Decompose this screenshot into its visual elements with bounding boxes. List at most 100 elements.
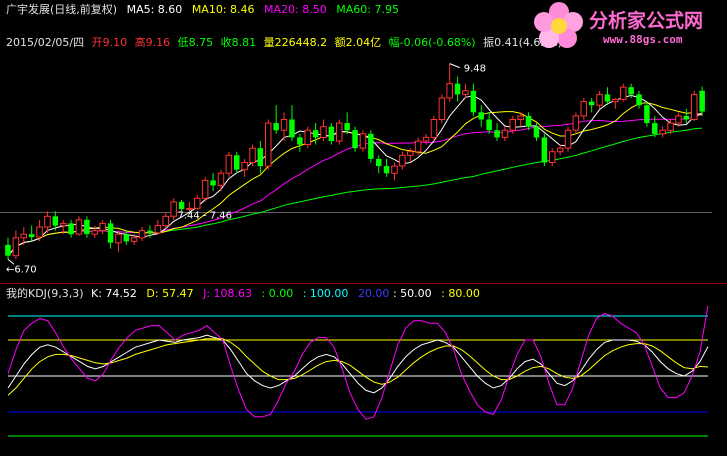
candle-body-down	[28, 234, 35, 238]
kdj-line20-value: 20.00	[357, 287, 390, 300]
candle-body-down	[234, 155, 240, 170]
candle-body-up	[91, 230, 98, 235]
candle-body-down	[52, 216, 59, 226]
quote-open: 开9.10	[91, 36, 128, 49]
candle-body-down	[273, 123, 279, 131]
candle-body-up	[691, 93, 698, 121]
candle-body-up	[320, 126, 327, 138]
candle-body-down	[644, 105, 650, 124]
candle-body-up	[186, 207, 193, 210]
kdj-line0-value: : 0.00	[261, 287, 294, 300]
candle-body-up	[556, 147, 564, 153]
candle-body-up	[391, 165, 398, 174]
candle-body-up	[44, 215, 51, 228]
candle-body-down	[210, 180, 216, 186]
candle-body-up	[20, 233, 27, 239]
candle-body-up	[265, 122, 272, 167]
candle-body-up	[60, 222, 67, 227]
chart-canvas: 9.48 ←6.70 7.44 - 7.46	[0, 63, 727, 437]
candle-body-down	[368, 133, 374, 159]
logo-text: 分析家公式网	[589, 10, 704, 32]
quote-date: 2015/02/05/四	[6, 36, 85, 49]
candle-body-up	[407, 151, 414, 156]
candle-body-down	[178, 201, 185, 210]
kdj-k-value: K: 74.52	[91, 287, 137, 300]
candle-body-up	[75, 219, 83, 235]
kdj-line100-value: : 100.00	[302, 287, 349, 300]
candle-body-down	[494, 130, 500, 138]
candle-body-up	[667, 122, 674, 131]
candle-body-up	[659, 129, 666, 135]
quote-amount: 额2.04亿	[334, 36, 382, 49]
candle-body-down	[478, 112, 484, 120]
candle-body-down	[352, 130, 358, 149]
quote-close: 收8.81	[220, 36, 257, 49]
quote-high: 高9.16	[134, 36, 171, 49]
candle-body-down	[525, 115, 532, 127]
candle-body-down	[344, 123, 350, 131]
candle-body-up	[549, 151, 556, 163]
candle-body-down	[699, 90, 705, 112]
candle-body-down	[604, 94, 611, 102]
candle-body-down	[5, 244, 11, 256]
ma60-label: MA60: 7.95	[336, 3, 399, 16]
candle-body-up	[241, 162, 248, 171]
candle-body-up	[509, 119, 516, 131]
candle-body-up	[438, 97, 446, 120]
flower-logo-icon	[534, 2, 583, 48]
candle-body-up	[572, 115, 580, 131]
quote-volume: 量226448.2	[263, 36, 328, 49]
candle-body-up	[422, 136, 430, 142]
candle-body-down	[454, 83, 461, 95]
candle-body-up	[170, 201, 177, 217]
price-header: 广宇发展(日线,前复权) MA5: 8.60 MA10: 8.46 MA20: …	[6, 3, 405, 16]
mid-price-label: 7.44 - 7.46	[178, 210, 233, 221]
candle-body-down	[533, 126, 540, 138]
kdj-line50-value: : 50.00	[392, 287, 432, 300]
candle-body-up	[612, 98, 619, 103]
ma5-label: MA5: 8.60	[126, 3, 183, 16]
kdj-d-value: D: 57.47	[146, 287, 194, 300]
low-price-label: ←6.70	[6, 264, 37, 275]
candle-body-up	[217, 172, 225, 186]
candle-body-down	[147, 230, 153, 233]
candle-body-down	[289, 119, 295, 138]
candle-body-down	[376, 158, 382, 167]
kdj-header: 我的KDJ(9,3,3) K: 74.52 D: 57.47 J: 108.63…	[6, 287, 486, 300]
kdj-k-line	[7, 334, 709, 394]
kdj-j-value: J: 108.63	[203, 287, 253, 300]
stock-chart-window: 9.48 ←6.70 7.44 - 7.46 广宇发展(日线,前复权) MA5: 8…	[0, 0, 727, 452]
kdj-name: 我的KDJ(9,3,3)	[6, 287, 84, 300]
candle-body-up	[564, 129, 572, 149]
candle-body-up	[194, 197, 201, 209]
candle-body-up	[517, 115, 524, 121]
candle-body-down	[588, 101, 595, 106]
candle-body-up	[620, 86, 627, 100]
candle-body-down	[486, 119, 492, 131]
candle-body-down	[123, 234, 130, 242]
candle-body-up	[446, 83, 453, 99]
candle-body-up	[336, 122, 343, 142]
candle-body-up	[201, 179, 209, 199]
candle-body-up	[430, 119, 438, 138]
candle-body-up	[501, 129, 509, 138]
candle-body-down	[541, 137, 548, 163]
candle-body-up	[130, 237, 138, 242]
candle-body-up	[12, 237, 20, 257]
candle-body-down	[107, 223, 114, 243]
candle-body-up	[99, 222, 106, 232]
candle-body-up	[36, 226, 43, 238]
candle-body-up	[580, 101, 587, 117]
candle-body-up	[249, 147, 256, 163]
candle-body-down	[84, 219, 90, 235]
candle-body-up	[462, 90, 469, 95]
ma20-label: MA20: 8.50	[264, 3, 327, 16]
candle-body-up	[280, 119, 288, 131]
quote-low: 低8.75	[177, 36, 214, 49]
candle-body-up	[414, 140, 422, 153]
ma10-label: MA10: 8.46	[191, 3, 255, 16]
candle-body-up	[596, 93, 603, 106]
candle-body-up	[154, 225, 162, 234]
candle-body-up	[225, 154, 233, 174]
candle-body-down	[383, 166, 390, 174]
